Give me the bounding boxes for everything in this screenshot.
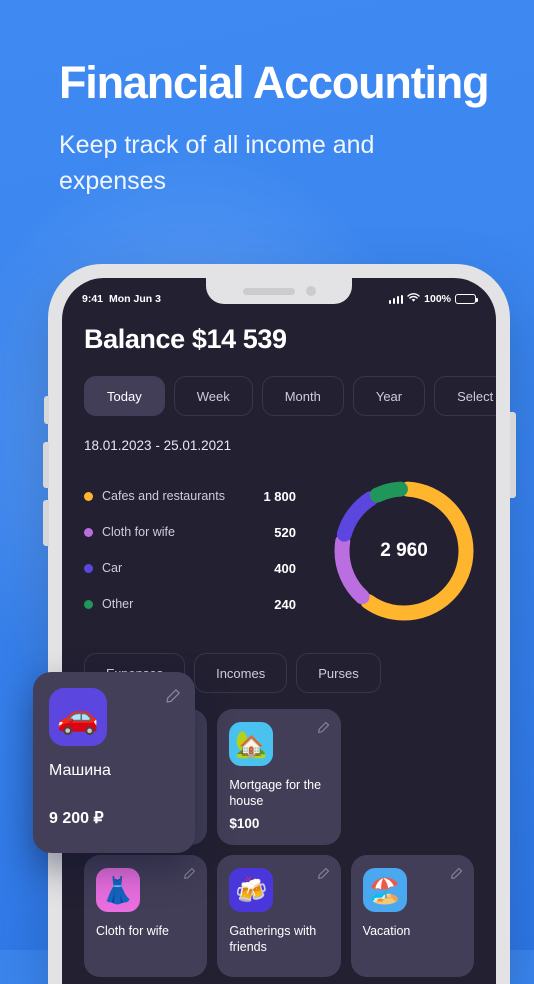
period-tab-today[interactable]: Today [84, 376, 165, 416]
legend-label: Other [102, 597, 134, 611]
legend-item-cloth-for-wife[interactable]: Cloth for wife 520 [84, 517, 296, 547]
category-amount: $100 [229, 816, 260, 831]
chart-legend: Cafes and restaurants 1 800 Cloth for wi… [84, 475, 296, 625]
legend-label: Cloth for wife [102, 525, 175, 539]
phone-screen: 9:41 Mon Jun 3 100% Balance $14 539 Toda… [62, 278, 496, 984]
mute-switch-button[interactable] [44, 396, 49, 424]
legend-label: Car [102, 561, 123, 575]
expenses-chart-block: Cafes and restaurants 1 800 Cloth for wi… [62, 475, 496, 627]
category-card-gatherings-with-friends[interactable]: 🍻 Gatherings with friends [217, 855, 341, 977]
floating-category-amount: 9 200 ₽ [49, 810, 104, 827]
promo-title: Financial Accounting [59, 57, 490, 108]
status-date: Mon Jun 3 [109, 293, 161, 305]
legend-label: Cafes and restaurants [102, 489, 225, 503]
category-card-vacation[interactable]: 🏖️ Vacation [350, 855, 474, 977]
legend-color-dot [84, 491, 93, 501]
category-title: Gatherings with friends [229, 924, 317, 954]
house-with-garden-icon: 🏡 [229, 722, 274, 766]
promo-text-block: Financial Accounting Keep track of all i… [59, 57, 525, 199]
balance-heading: Balance $14 539 [84, 324, 287, 354]
date-range-label: 18.01.2023 - 25.01.2021 [84, 438, 232, 453]
floating-category-card-car[interactable]: 🚗 Машина 9 200 ₽ [33, 672, 195, 853]
balance-row: Balance $14 539 [62, 324, 496, 355]
period-tab-week[interactable]: Week [173, 376, 253, 416]
app-content: Balance $14 539 Today Week Month Year Se… [62, 278, 496, 984]
donut-center-total: 2 960 [380, 540, 428, 561]
legend-color-dot [84, 599, 93, 609]
expenses-donut-chart[interactable]: 2 960 [328, 475, 480, 627]
legend-value: 240 [274, 596, 296, 612]
legend-item-cafes[interactable]: Cafes and restaurants 1 800 [84, 481, 296, 511]
clinking-beer-mugs-icon: 🍻 [229, 868, 274, 912]
section-tab-label: Incomes [216, 665, 266, 681]
status-time: 9:41 [82, 293, 104, 305]
period-filter-tabs: Today Week Month Year Select period [62, 376, 496, 416]
period-tab-label: Year [375, 388, 403, 404]
pencil-icon[interactable] [450, 867, 463, 885]
pencil-icon[interactable] [317, 867, 330, 885]
period-tab-label: Month [284, 388, 321, 404]
legend-value: 1 800 [263, 488, 296, 504]
legend-item-car[interactable]: Car 400 [84, 553, 296, 583]
speaker-grill-icon [242, 287, 295, 295]
category-title: Cloth for wife [96, 924, 169, 938]
car-icon: 🚗 [49, 688, 107, 746]
cellular-signal-icon [388, 294, 404, 304]
period-tab-label: Today [107, 388, 142, 404]
pencil-icon[interactable] [183, 867, 196, 885]
wifi-icon [407, 292, 420, 306]
status-bar-left: 9:41 Mon Jun 3 [82, 293, 161, 305]
volume-down-button[interactable] [43, 500, 49, 546]
beach-with-umbrella-icon: 🏖️ [362, 868, 407, 912]
status-bar-right: 100% [388, 292, 479, 306]
legend-color-dot [84, 527, 93, 537]
phone-mockup: 9:41 Mon Jun 3 100% Balance $14 539 Toda… [43, 264, 516, 984]
period-tab-label: Select period [457, 388, 496, 404]
period-tab-year[interactable]: Year [352, 376, 426, 416]
category-card-cloth-for-wife[interactable]: 👗 Cloth for wife [84, 855, 208, 977]
period-tab-month[interactable]: Month [261, 376, 344, 416]
legend-value: 520 [274, 524, 296, 540]
volume-up-button[interactable] [43, 442, 49, 488]
pencil-icon[interactable] [165, 688, 181, 709]
section-tab-label: Purses [318, 665, 359, 681]
battery-percent-label: 100% [424, 293, 451, 305]
front-camera-icon [305, 286, 316, 296]
floating-category-title: Машина [49, 762, 111, 779]
period-tab-select-period[interactable]: Select period [434, 376, 496, 416]
category-title: Mortgage for the house [229, 778, 322, 808]
legend-item-other[interactable]: Other 240 [84, 589, 296, 619]
phone-notch [206, 278, 352, 304]
legend-value: 400 [274, 560, 296, 576]
battery-full-icon [455, 294, 479, 304]
category-title: Vacation [362, 924, 411, 938]
pencil-icon[interactable] [317, 721, 330, 739]
legend-color-dot [84, 563, 93, 573]
power-button[interactable] [510, 412, 516, 498]
promo-subtitle: Keep track of all income and expenses [59, 131, 375, 195]
section-tab-incomes[interactable]: Incomes [194, 653, 288, 693]
period-tab-label: Week [196, 388, 230, 404]
section-tab-purses[interactable]: Purses [296, 653, 381, 693]
dress-icon: 👗 [96, 868, 140, 912]
category-card-mortgage-for-the-house[interactable]: 🏡 Mortgage for the house $100 [217, 709, 341, 845]
